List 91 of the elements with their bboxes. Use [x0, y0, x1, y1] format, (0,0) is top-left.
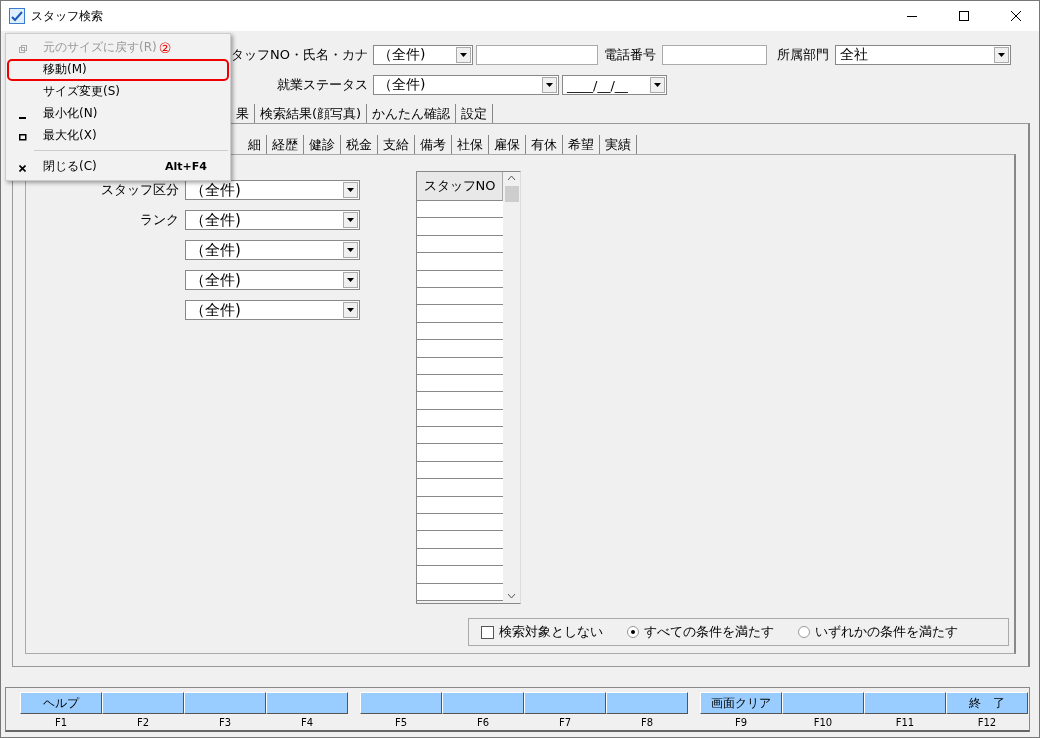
grid-cell[interactable] — [417, 479, 503, 497]
dropdown-field[interactable]: 全社 — [835, 45, 1011, 65]
tab[interactable]: 税金 — [341, 135, 378, 154]
grid-cell[interactable] — [417, 392, 503, 410]
grid-cell[interactable] — [417, 531, 503, 549]
function-key-label: F2 — [136, 717, 150, 728]
annotation-number: ② — [158, 39, 172, 56]
close-icon — [19, 165, 26, 173]
app-icon — [9, 8, 25, 24]
dropdown-field[interactable]: （全件) — [373, 45, 473, 65]
tab[interactable]: 社保 — [452, 135, 489, 154]
grid-cell[interactable] — [417, 340, 503, 358]
function-key-label: F9 — [734, 717, 748, 728]
grid-cell[interactable] — [417, 514, 503, 532]
grid-cell[interactable] — [417, 201, 503, 219]
radio-button[interactable] — [798, 626, 810, 638]
function-key-button[interactable]: 終 了 — [946, 692, 1028, 714]
function-key-button[interactable] — [864, 692, 946, 714]
window-title: スタッフ検索 — [31, 7, 103, 25]
radio-label[interactable]: いずれかの条件を満たす — [815, 623, 958, 641]
function-key-button[interactable] — [102, 692, 184, 714]
function-key-button[interactable] — [184, 692, 266, 714]
function-key-label: F7 — [558, 717, 572, 728]
checkbox[interactable] — [481, 625, 494, 639]
tab[interactable]: 備考 — [415, 135, 452, 154]
tab[interactable]: かんたん確認 — [367, 104, 457, 123]
dropdown-field[interactable]: （全件) — [185, 300, 360, 320]
tab[interactable]: 雇保 — [489, 135, 526, 154]
function-key-button[interactable] — [524, 692, 606, 714]
restore-icon — [19, 45, 27, 53]
function-key-button[interactable] — [606, 692, 688, 714]
tab[interactable]: 検索結果(顔写真) — [255, 104, 368, 123]
shortcut-text: Alt+F4 — [165, 159, 207, 173]
minimize-icon — [19, 116, 26, 119]
field-label: 所属部門 — [777, 46, 829, 64]
field-label: スタッフ区分 — [101, 182, 179, 197]
field-label: ランク — [140, 212, 179, 227]
menu-item[interactable]: 最小化(N) — [7, 102, 229, 125]
dropdown-field[interactable]: （全件) — [373, 75, 559, 95]
function-key-label: F5 — [394, 717, 408, 728]
menu-item[interactable]: 閉じる(C) Alt+F4 — [7, 155, 229, 178]
function-key-label: F8 — [640, 717, 654, 728]
menu-item[interactable]: サイズ変更(S) — [7, 80, 229, 103]
function-key-button[interactable] — [360, 692, 442, 714]
grid-cell[interactable] — [417, 566, 503, 584]
radio-label[interactable]: すべての条件を満たす — [644, 623, 774, 641]
tab[interactable]: 実績 — [600, 135, 637, 154]
field-label: タッフNO・氏名・カナ — [230, 46, 368, 64]
function-key-button[interactable] — [442, 692, 524, 714]
tab[interactable]: 経歴 — [267, 135, 304, 154]
function-key-button[interactable]: 画面クリア — [700, 692, 782, 714]
dropdown-field[interactable]: （全件) — [185, 210, 360, 230]
function-key-label: F10 — [813, 717, 833, 728]
phone-input[interactable] — [662, 45, 767, 65]
maximize-icon[interactable] — [959, 11, 969, 21]
menu-item[interactable]: 移動(M) — [7, 58, 229, 81]
dropdown-field[interactable]: （全件) — [185, 270, 360, 290]
dropdown-field[interactable]: （全件) — [185, 180, 360, 200]
function-key-button[interactable] — [782, 692, 864, 714]
tab[interactable]: 健診 — [304, 135, 341, 154]
tab[interactable]: 有休 — [526, 135, 563, 154]
tab[interactable]: 細 — [243, 135, 267, 154]
tab[interactable]: 希望 — [563, 135, 600, 154]
grid-cell[interactable] — [417, 218, 503, 236]
function-key-label: F4 — [300, 717, 314, 728]
grid-cell[interactable] — [417, 253, 503, 271]
text-input[interactable] — [476, 45, 598, 65]
field-label: 就業ステータス — [276, 76, 368, 94]
grid-cell[interactable] — [417, 444, 503, 462]
dropdown-field[interactable]: （全件) — [185, 240, 360, 260]
grid-cell[interactable] — [417, 305, 503, 323]
function-key-button[interactable]: ヘルプ — [20, 692, 102, 714]
maximize-icon — [19, 134, 27, 142]
close-icon[interactable] — [1011, 11, 1021, 21]
dropdown-field[interactable]: ____/__/__ — [562, 75, 667, 95]
function-key-label: F12 — [977, 717, 997, 728]
function-key-label: F6 — [476, 717, 490, 728]
checkbox-label[interactable]: 検索対象としない — [499, 623, 603, 641]
tab[interactable]: 支給 — [378, 135, 415, 154]
function-key-button[interactable] — [266, 692, 348, 714]
grid-cell[interactable] — [417, 427, 503, 445]
radio-button[interactable] — [627, 626, 639, 638]
column-header[interactable]: スタッフNO — [417, 172, 503, 201]
minimize-icon[interactable] — [907, 15, 917, 17]
field-label: 電話番号 — [604, 46, 656, 64]
function-key-label: F11 — [895, 717, 915, 728]
scrollbar-thumb[interactable] — [504, 186, 519, 202]
function-key-label: F3 — [218, 717, 232, 728]
function-key-label: F1 — [54, 717, 68, 728]
menu-item[interactable]: 最大化(X) — [7, 124, 229, 147]
tab[interactable]: 設定 — [456, 104, 494, 123]
